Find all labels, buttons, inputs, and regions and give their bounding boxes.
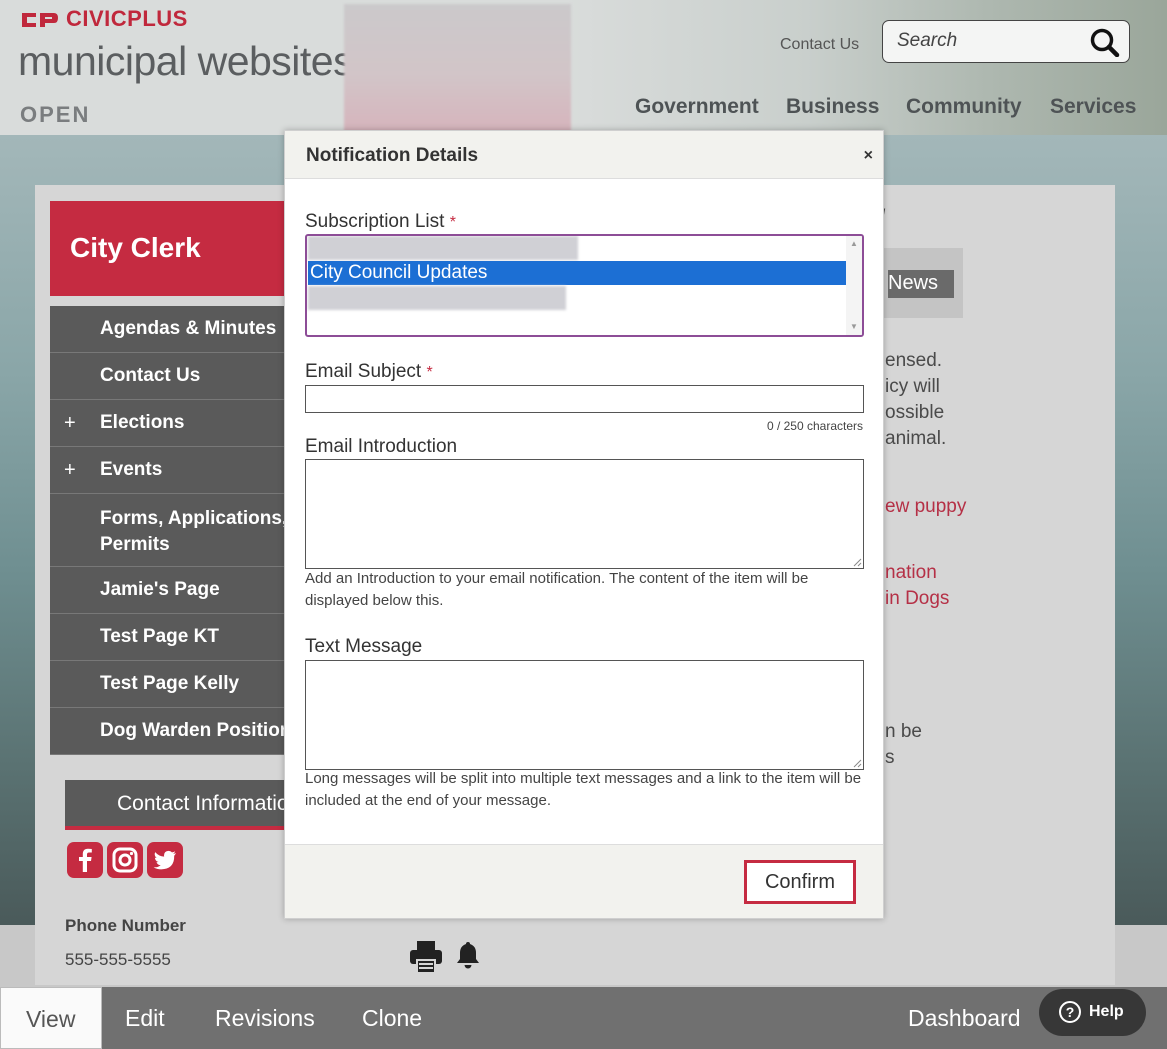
subscription-option-selected[interactable]: City Council Updates <box>308 261 847 285</box>
question-circle-icon: ? <box>1059 1001 1081 1023</box>
confirm-button[interactable]: Confirm <box>744 860 856 904</box>
subscription-list-select[interactable]: City Council Updates ▲ ▼ <box>305 234 864 337</box>
required-marker: * <box>426 364 433 381</box>
email-subject-input[interactable] <box>305 385 864 413</box>
dialog-title: Notification Details <box>306 145 479 166</box>
admin-toolbar: View Edit Revisions Clone Dashboard <box>0 987 1167 1049</box>
subscription-option-redacted[interactable] <box>308 286 566 310</box>
tab-edit[interactable]: Edit <box>125 987 165 1049</box>
list-scrollbar[interactable]: ▲ ▼ <box>846 236 862 335</box>
required-marker: * <box>449 214 456 231</box>
subscription-list-label: Subscription List * <box>305 211 456 233</box>
email-introduction-label: Email Introduction <box>305 436 458 457</box>
scroll-down-icon[interactable]: ▼ <box>850 322 858 331</box>
help-button[interactable]: ? Help <box>1039 989 1146 1036</box>
email-subject-label-text: Email Subject <box>305 361 422 382</box>
close-icon[interactable]: × <box>864 147 873 165</box>
dashboard-link[interactable]: Dashboard <box>908 987 1021 1049</box>
email-introduction-textarea[interactable] <box>305 459 864 569</box>
help-button-label: Help <box>1089 1003 1124 1020</box>
tab-clone[interactable]: Clone <box>362 987 422 1049</box>
text-message-label: Text Message <box>305 636 423 657</box>
text-message-help: Long messages will be split into multipl… <box>305 770 862 809</box>
email-introduction-help: Add an Introduction to your email notifi… <box>305 570 809 609</box>
subscription-list-label-text: Subscription List <box>305 211 445 232</box>
character-counter: 0 / 250 characters <box>766 419 863 433</box>
resize-handle-icon[interactable] <box>852 557 862 567</box>
tab-view[interactable]: View <box>0 987 102 1049</box>
dialog-footer: Confirm <box>285 844 883 918</box>
scroll-up-icon[interactable]: ▲ <box>850 239 858 248</box>
notification-details-dialog: Notification Details × Subscription List… <box>284 130 884 919</box>
dialog-header: Notification Details × <box>285 131 883 179</box>
tab-revisions[interactable]: Revisions <box>215 987 315 1049</box>
text-message-textarea[interactable] <box>305 660 864 770</box>
email-subject-label: Email Subject * <box>305 361 433 383</box>
resize-handle-icon[interactable] <box>852 758 862 768</box>
subscription-option-redacted[interactable] <box>308 236 578 260</box>
